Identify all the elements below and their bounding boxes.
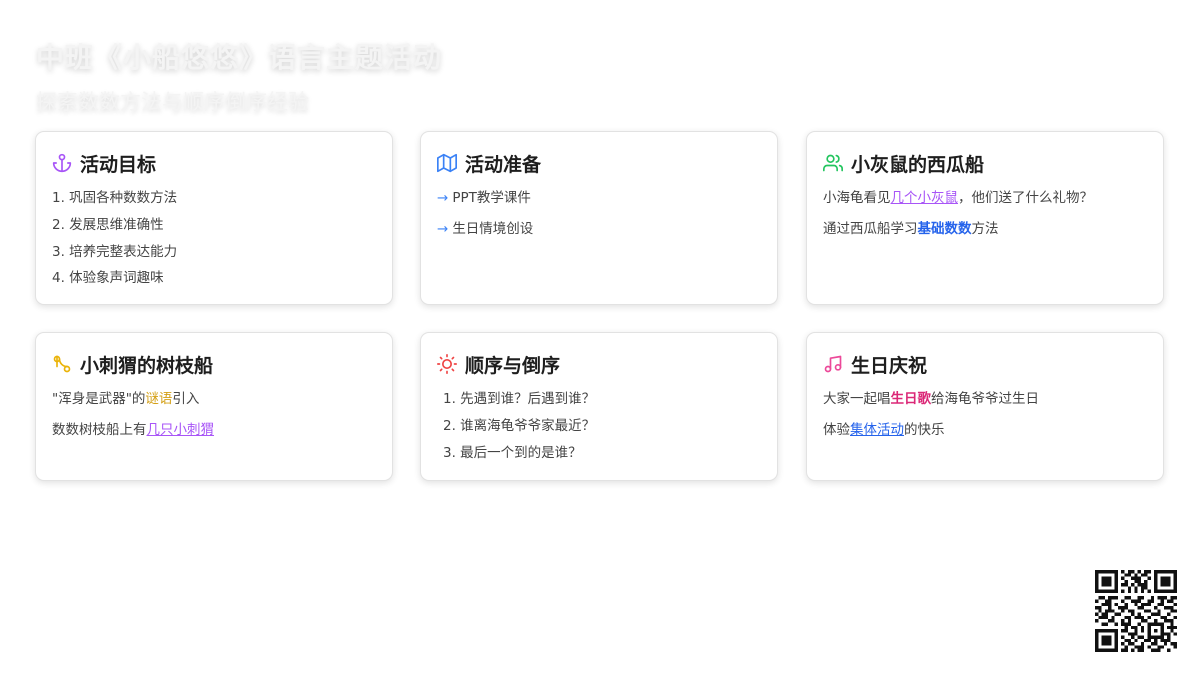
- list-item: 4. 体验象声词趣味: [52, 270, 164, 287]
- anchor-icon: [52, 153, 72, 173]
- list-item: 2. 发展思维准确性: [52, 216, 164, 233]
- card-text: 小海龟看见几个小灰鼠，他们送了什么礼物？: [823, 190, 1093, 206]
- card-text: 大家一起唱生日歌给海龟爷爷过生日: [823, 391, 1039, 407]
- card-title: 活动目标: [80, 153, 157, 176]
- card-activity-goals: 活动目标 1. 巩固各种数数方法 2. 发展思维准确性 3. 培养完整表达能力 …: [35, 131, 393, 305]
- list-item: 1. 先遇到谁？后遇到谁？: [443, 391, 596, 407]
- card-title: 小刺猬的树枝船: [80, 354, 214, 377]
- highlight-text: 谜语: [145, 391, 173, 407]
- card-header: 生日庆祝: [823, 351, 1147, 377]
- highlight-link[interactable]: 几个小灰鼠: [891, 190, 959, 206]
- list-item: 3. 最后一个到的是谁？: [443, 444, 582, 461]
- card-header: 小灰鼠的西瓜船: [823, 150, 1147, 176]
- git-branch-icon: [53, 355, 71, 373]
- arrow-right-icon: →: [437, 190, 449, 206]
- card-title: 小灰鼠的西瓜船: [851, 153, 985, 176]
- header: 中班《小船悠悠》语言主题活动 探索数数方法与顺序倒序经验: [36, 36, 442, 116]
- map-icon: [437, 153, 457, 173]
- users-icon: [823, 154, 843, 172]
- list-item: 1. 巩固各种数数方法: [52, 190, 178, 206]
- card-header: 活动准备: [437, 150, 761, 176]
- card-activity-prep: 活动准备 → PPT教学课件 → 生日情境创设: [420, 131, 778, 305]
- card-header: 小刺猬的树枝船: [52, 351, 376, 377]
- card-title: 顺序与倒序: [465, 354, 561, 377]
- highlight-link[interactable]: 几只小刺猬: [147, 422, 215, 438]
- question-list: 1. 先遇到谁？后遇到谁？ 2. 谁离海龟爷爷家最近？ 3. 最后一个到的是谁？: [437, 389, 761, 463]
- card-title: 活动准备: [465, 153, 542, 176]
- card-header: 活动目标: [52, 150, 376, 176]
- list-item: → 生日情境创设: [437, 221, 534, 237]
- music-icon: [824, 355, 842, 373]
- sun-icon: [437, 354, 457, 374]
- card-text: "浑身是武器"的谜语引入: [52, 391, 200, 407]
- card-order-reverse: 顺序与倒序 1. 先遇到谁？后遇到谁？ 2. 谁离海龟爷爷家最近？ 3. 最后一…: [420, 332, 778, 481]
- card-text: 通过西瓜船学习基础数数方法: [823, 221, 999, 237]
- arrow-right-icon: →: [437, 221, 449, 237]
- list-item: 2. 谁离海龟爷爷家最近？: [443, 417, 596, 434]
- page-subtitle: 探索数数方法与顺序倒序经验: [36, 90, 309, 114]
- prep-list: → PPT教学课件 → 生日情境创设: [437, 188, 761, 239]
- list-item: → PPT教学课件: [437, 190, 531, 206]
- qr-code-icon: [1095, 570, 1177, 652]
- card-branch-boat: 小刺猬的树枝船 "浑身是武器"的谜语引入 数数树枝船上有几只小刺猬: [35, 332, 393, 481]
- card-birthday: 生日庆祝 大家一起唱生日歌给海龟爷爷过生日 体验集体活动的快乐: [806, 332, 1164, 481]
- card-watermelon-boat: 小灰鼠的西瓜船 小海龟看见几个小灰鼠，他们送了什么礼物？ 通过西瓜船学习基础数数…: [806, 131, 1164, 305]
- card-text: 体验集体活动的快乐: [823, 422, 945, 438]
- card-text: 数数树枝船上有几只小刺猬: [52, 422, 215, 438]
- card-title: 生日庆祝: [851, 354, 928, 377]
- highlight-text: 基础数数: [917, 221, 972, 237]
- highlight-link[interactable]: 集体活动: [850, 422, 904, 438]
- goals-list: 1. 巩固各种数数方法 2. 发展思维准确性 3. 培养完整表达能力 4. 体验…: [52, 188, 376, 288]
- highlight-text: 生日歌: [890, 391, 932, 407]
- card-header: 顺序与倒序: [437, 351, 761, 377]
- page-title: 中班《小船悠悠》语言主题活动: [36, 41, 443, 74]
- list-item: 3. 培养完整表达能力: [52, 243, 178, 260]
